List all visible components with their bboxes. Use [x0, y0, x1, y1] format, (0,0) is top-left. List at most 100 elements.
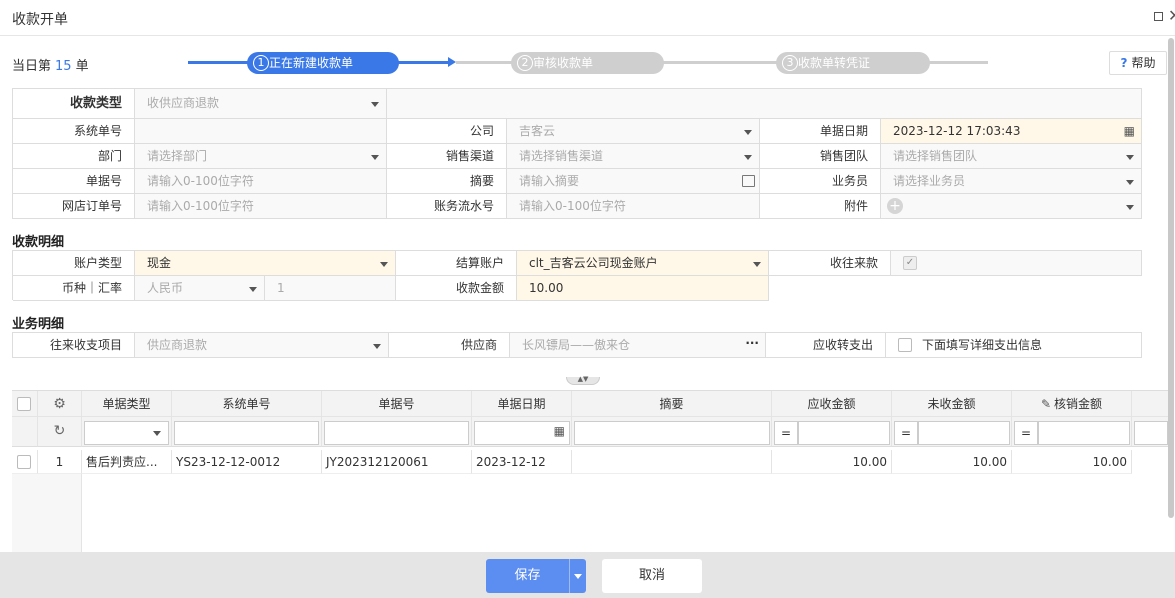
transfer-checkbox[interactable]: [898, 338, 912, 352]
attach-field[interactable]: +: [881, 194, 1142, 219]
filter-receivable-input[interactable]: [798, 421, 890, 445]
row-checkbox[interactable]: [17, 455, 31, 469]
billno-input[interactable]: 请输入0-100位字符: [135, 169, 387, 194]
refresh-icon[interactable]: ↻: [54, 423, 66, 439]
col-header-date[interactable]: 单据日期: [472, 391, 572, 417]
supplier-label: 供应商: [389, 333, 510, 358]
filter-billno: [322, 417, 472, 447]
select-all-checkbox[interactable]: [17, 397, 31, 411]
col-header-summary[interactable]: 摘要: [572, 391, 772, 417]
col-header-unreceived[interactable]: 未收金额: [892, 391, 1012, 417]
settle-value: clt_吉客云公司现金账户: [529, 256, 658, 270]
step-arrow-icon: [448, 57, 456, 67]
calendar-icon[interactable]: ▦: [554, 424, 565, 438]
collapse-handle[interactable]: ▲▼: [566, 376, 600, 385]
chevron-down-icon: [753, 262, 761, 267]
settle-label: 结算账户: [396, 251, 517, 276]
cancel-button[interactable]: 取消: [602, 559, 702, 593]
amount-input[interactable]: 10.00: [517, 276, 769, 301]
acct-type-label: 账户类型: [13, 251, 135, 276]
amount-label: 收款金额: [396, 276, 517, 301]
filter-date-input[interactable]: ▦: [474, 421, 570, 445]
save-button[interactable]: 保存: [486, 559, 586, 593]
team-placeholder: 请选择销售团队: [893, 149, 978, 163]
table-row-checkbox-cell: [12, 450, 38, 474]
filter-summary-input[interactable]: [574, 421, 770, 445]
row-unreceived: 10.00: [892, 450, 1012, 474]
filter-sysno: [172, 417, 322, 447]
filter-writeoff-input[interactable]: [1038, 421, 1130, 445]
rate-input[interactable]: 1: [265, 276, 396, 301]
calendar-icon[interactable]: ▦: [1124, 119, 1135, 143]
filter-sysno-input[interactable]: [174, 421, 319, 445]
business-section-title: 业务明细: [12, 317, 65, 332]
filter-unreceived-input[interactable]: [918, 421, 1010, 445]
row-billno: JY202312120061: [322, 450, 472, 474]
chevron-down-icon: [1126, 180, 1134, 185]
save-dropdown-icon[interactable]: [569, 559, 586, 593]
business-grid: 往来收支项目 供应商退款 供应商 长风镖局——傲来仓 ··· 应收转支出 下面填…: [12, 332, 1142, 358]
step-2-number: 2: [517, 55, 533, 71]
scrollbar[interactable]: [1168, 38, 1174, 518]
summary-input[interactable]: 请输入摘要: [507, 169, 760, 194]
col-header-receivable[interactable]: 应收金额: [772, 391, 892, 417]
channel-select[interactable]: 请选择销售渠道: [507, 144, 760, 169]
title-bar: 收款开单 ✕: [0, 0, 1175, 36]
transfer-label: 应收转支出: [766, 333, 886, 358]
date-picker[interactable]: 2023-12-12 17:03:43 ▦: [881, 119, 1142, 144]
close-icon[interactable]: ✕: [1168, 6, 1175, 25]
more-icon[interactable]: ···: [745, 331, 759, 355]
col-header-type[interactable]: 单据类型: [82, 391, 172, 417]
chevron-down-icon: [1126, 155, 1134, 160]
team-select[interactable]: 请选择销售团队: [881, 144, 1142, 169]
filter-date: ▦: [472, 417, 572, 447]
company-select[interactable]: 吉客云: [507, 119, 760, 144]
billno-placeholder: 请输入0-100位字符: [147, 174, 254, 188]
row-date: 2023-12-12: [472, 450, 572, 474]
flowno-placeholder: 请输入0-100位字符: [519, 199, 626, 213]
pencil-icon: ✎: [1040, 397, 1052, 411]
channel-label: 销售渠道: [387, 144, 507, 169]
shoporder-placeholder: 请输入0-100位字符: [147, 199, 254, 213]
gear-icon[interactable]: ⚙: [53, 396, 66, 412]
chevron-down-icon: [373, 344, 381, 349]
add-attachment-icon[interactable]: +: [887, 198, 903, 214]
filter-extra-input[interactable]: [1134, 421, 1168, 445]
filter-writeoff-op[interactable]: =: [1014, 421, 1038, 445]
row-sysno: YS23-12-12-0012: [172, 450, 322, 474]
row-summary[interactable]: [572, 450, 772, 474]
type-select[interactable]: 收供应商退款: [135, 89, 387, 119]
shoporder-input[interactable]: 请输入0-100位字符: [135, 194, 387, 219]
filter-unreceived-op[interactable]: =: [894, 421, 918, 445]
supplier-value: 长风镖局——傲来仓: [522, 338, 631, 352]
step-2-label: 审核收款单: [533, 56, 594, 70]
dialog-title: 收款开单: [12, 12, 68, 28]
acct-type-value: 现金: [147, 256, 172, 270]
col-header-billno[interactable]: 单据号: [322, 391, 472, 417]
help-button[interactable]: ? 帮助: [1109, 51, 1167, 75]
currency-select[interactable]: 人民币: [135, 276, 265, 301]
filter-blank: [12, 417, 38, 447]
row-writeoff[interactable]: 10.00: [1012, 450, 1132, 474]
settle-select[interactable]: clt_吉客云公司现金账户: [517, 251, 769, 276]
filter-receivable-op[interactable]: =: [774, 421, 798, 445]
edit-icon[interactable]: [742, 175, 755, 187]
salesman-select[interactable]: 请选择业务员: [881, 169, 1142, 194]
currency-label: 币种｜汇率: [13, 276, 135, 301]
filter-type-select[interactable]: [84, 421, 169, 445]
maximize-icon[interactable]: [1154, 12, 1163, 21]
item-select[interactable]: 供应商退款: [135, 333, 389, 358]
filter-writeoff: =: [1012, 417, 1132, 447]
step-2: 2 审核收款单: [511, 52, 664, 74]
col-header-writeoff[interactable]: ✎ 核销金额: [1012, 391, 1132, 417]
company-value: 吉客云: [519, 124, 556, 138]
supplier-select[interactable]: 长风镖局——傲来仓 ···: [510, 333, 766, 358]
col-header-sysno[interactable]: 系统单号: [172, 391, 322, 417]
flowno-input[interactable]: 请输入0-100位字符: [507, 194, 760, 219]
acct-type-select[interactable]: 现金: [135, 251, 396, 276]
help-label: 帮助: [1131, 56, 1156, 70]
filter-billno-input[interactable]: [324, 421, 469, 445]
dept-select[interactable]: 请选择部门: [135, 144, 387, 169]
income-checkbox[interactable]: ✓: [903, 256, 917, 270]
row-index: 1: [38, 450, 82, 474]
